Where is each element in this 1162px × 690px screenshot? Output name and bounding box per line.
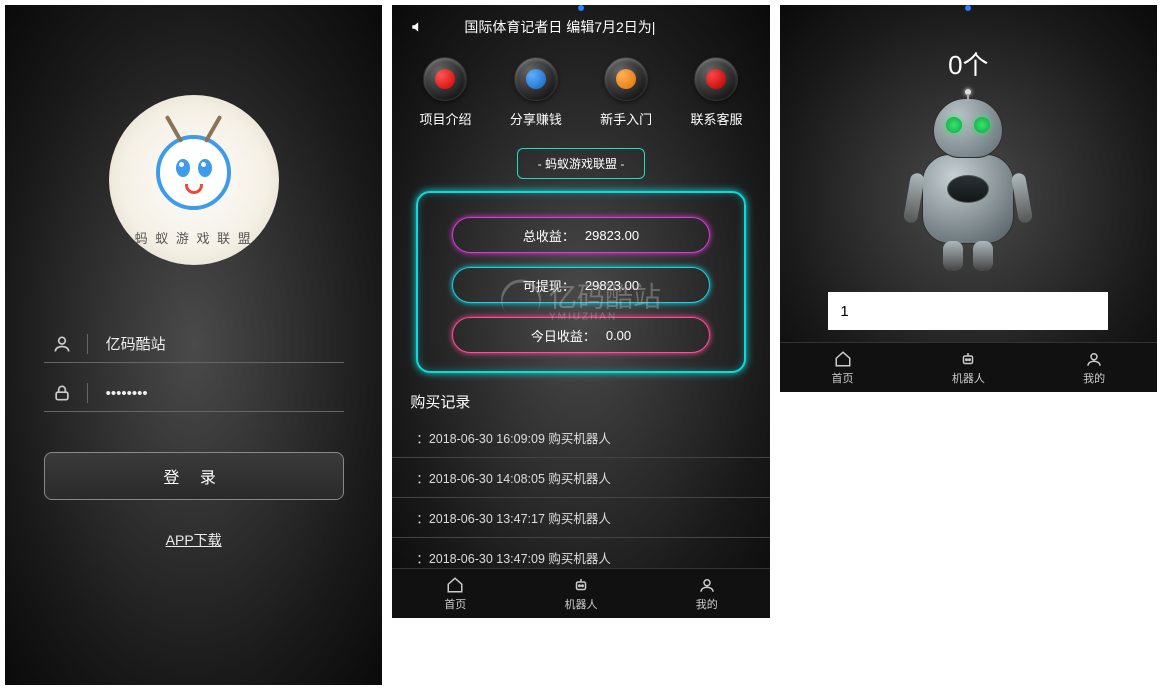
records-title: 购买记录 <box>392 391 769 418</box>
tab-robot[interactable]: 机器人 <box>518 569 644 618</box>
menu-item-intro[interactable]: 项目介绍 <box>419 57 471 128</box>
stat-withdraw: 可提现： 29823.00 <box>452 267 709 303</box>
share-icon <box>514 57 558 101</box>
app-logo: 蚂 蚁 游 戏 联 盟 <box>109 95 279 265</box>
tab-home[interactable]: 首页 <box>392 569 518 618</box>
stat-total: 总收益： 29823.00 <box>452 217 709 253</box>
lock-icon <box>44 383 88 403</box>
tab-mine[interactable]: 我的 <box>644 569 770 618</box>
login-button[interactable]: 登 录 <box>44 452 344 500</box>
username-field[interactable]: 亿码酷站 <box>44 325 344 363</box>
brand-text: 蚂 蚁 游 戏 联 盟 <box>135 228 253 247</box>
folder-icon <box>423 57 467 101</box>
ant-mascot-icon <box>156 135 231 210</box>
login-screen: 蚂 蚁 游 戏 联 盟 亿码酷站 •••••••• 登 录 APP下载 <box>5 5 382 685</box>
notch-indicator <box>965 5 971 11</box>
marquee-text: 国际体育记者日 编辑7月2日为| <box>464 17 655 37</box>
stats-panel: 总收益： 29823.00 可提现： 29823.00 今日收益： 0.00 <box>416 191 745 373</box>
tab-mine[interactable]: 我的 <box>1031 343 1157 392</box>
user-icon <box>1085 350 1103 368</box>
brand-pill: - 蚂蚁游戏联盟 - <box>517 148 646 179</box>
tab-robot[interactable]: 机器人 <box>905 343 1031 392</box>
app-download-link[interactable]: APP下载 <box>166 530 222 550</box>
robot-count: 0个 <box>948 45 988 82</box>
password-value: •••••••• <box>106 385 344 402</box>
tab-home[interactable]: 首页 <box>780 343 906 392</box>
password-field[interactable]: •••••••• <box>44 375 344 412</box>
speaker-icon <box>410 20 424 34</box>
menu-grid: 项目介绍 分享赚钱 新手入门 联系客服 <box>392 43 769 136</box>
username-value: 亿码酷站 <box>106 333 344 354</box>
menu-item-support[interactable]: 联系客服 <box>690 57 742 128</box>
notch-indicator <box>578 5 584 11</box>
record-row: ：2018-06-30 16:09:09 购买机器人 <box>392 418 769 458</box>
quantity-input[interactable]: 1 <box>828 292 1108 330</box>
record-row: ：2018-06-30 14:08:05 购买机器人 <box>392 458 769 498</box>
menu-item-guide[interactable]: 新手入门 <box>600 57 652 128</box>
user-icon <box>44 334 88 354</box>
robot-icon <box>959 350 977 368</box>
home-icon <box>446 576 464 594</box>
menu-item-share[interactable]: 分享赚钱 <box>510 57 562 128</box>
bottom-tabs: 首页 机器人 我的 <box>392 568 769 618</box>
robot-image <box>898 92 1038 272</box>
record-row: ：2018-06-30 13:47:17 购买机器人 <box>392 498 769 538</box>
record-icon <box>694 57 738 101</box>
user-icon <box>698 576 716 594</box>
dashboard-screen: 国际体育记者日 编辑7月2日为| 项目介绍 分享赚钱 新手入门 联系客服 - 蚂… <box>392 5 769 618</box>
stat-today: 今日收益： 0.00 <box>452 317 709 353</box>
home-icon <box>834 350 852 368</box>
bottom-tabs: 首页 机器人 我的 <box>780 342 1157 392</box>
compass-icon <box>604 57 648 101</box>
buy-screen: 0个 1 购 买 首页 机器人 <box>780 5 1157 392</box>
robot-icon <box>572 576 590 594</box>
